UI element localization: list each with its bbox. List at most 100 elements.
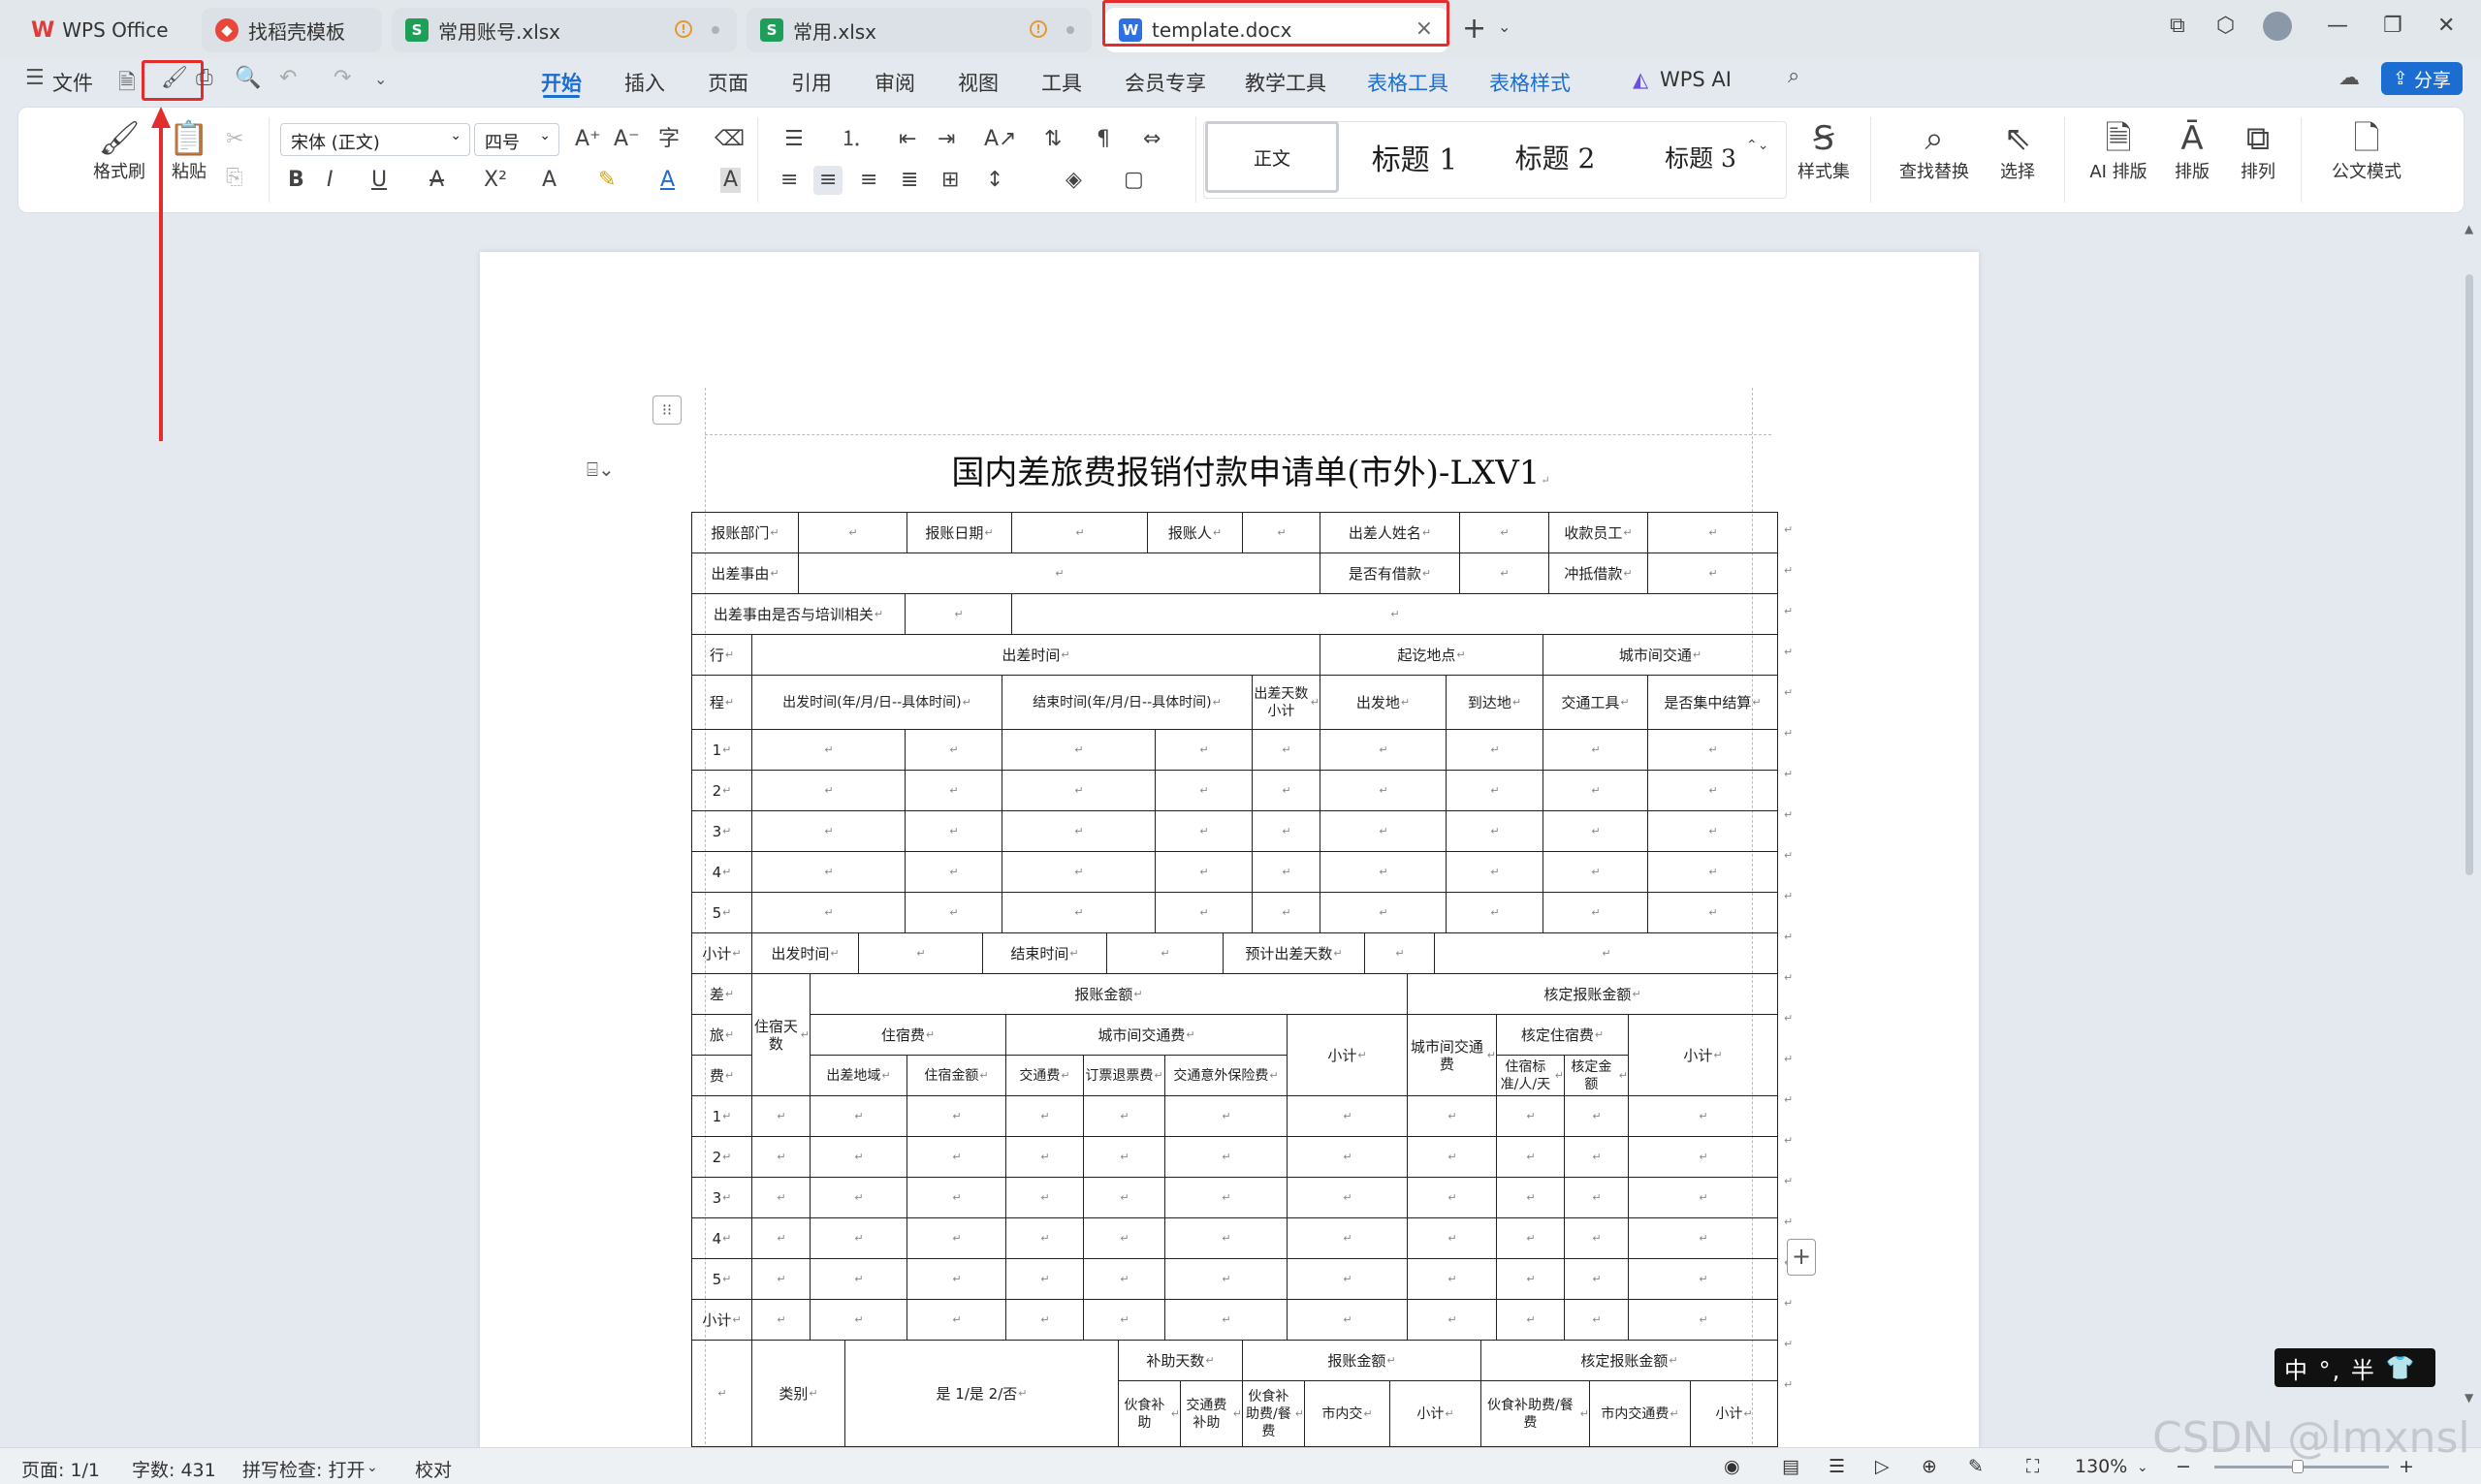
font-color-icon[interactable]: A: [660, 168, 675, 193]
table-cell[interactable]: 报账金额 ↵: [810, 973, 1408, 1015]
table-cell[interactable]: 出发时间 ↵: [751, 932, 859, 974]
table-cell[interactable]: ↵: [1628, 1299, 1778, 1341]
tab-insert[interactable]: 插入: [624, 68, 665, 97]
table-cell[interactable]: 小计 ↵: [1628, 1014, 1778, 1096]
char-shading-icon[interactable]: A: [720, 168, 742, 193]
table-cell[interactable]: ↵: [1320, 729, 1447, 771]
table-cell[interactable]: ↵: [1155, 892, 1253, 933]
table-cell[interactable]: ↵: [1543, 851, 1648, 893]
row-number[interactable]: 小计 ↵: [691, 1299, 752, 1341]
table-cell[interactable]: ↵: [1647, 892, 1778, 933]
table-cell[interactable]: ↵: [1496, 1299, 1565, 1341]
table-cell[interactable]: 交通费 ↵: [1005, 1055, 1084, 1096]
row-number[interactable]: 2 ↵: [691, 1136, 752, 1178]
increase-font-icon[interactable]: A⁺: [575, 127, 601, 152]
table-cell[interactable]: ↵: [1459, 553, 1549, 594]
table-cell[interactable]: ↵: [1155, 770, 1253, 811]
table-cell[interactable]: 是否有借款 ↵: [1320, 553, 1460, 594]
table-cell[interactable]: ↵: [1446, 810, 1543, 852]
table-cell[interactable]: 小计 ↵: [691, 932, 752, 974]
table-cell[interactable]: 伙食补助费/餐费 ↵: [1242, 1380, 1305, 1447]
table-cell[interactable]: 订票退票费 ↵: [1083, 1055, 1165, 1096]
shading-icon[interactable]: ◈: [1066, 168, 1082, 193]
table-cell[interactable]: ↵: [751, 1095, 811, 1137]
table-cell[interactable]: ↵: [1407, 1136, 1497, 1178]
cloud-sync-icon[interactable]: ☁: [2338, 66, 2360, 90]
table-cell[interactable]: ↵: [751, 1258, 811, 1300]
official-mode-button[interactable]: 🗋 公文模式: [2320, 119, 2413, 183]
copy-icon[interactable]: ⎘: [226, 166, 243, 191]
tab-tools[interactable]: 工具: [1041, 68, 1082, 97]
table-cell[interactable]: ↵: [907, 1095, 1006, 1137]
decrease-indent-icon[interactable]: ⇤: [899, 127, 916, 152]
bold-icon[interactable]: B: [288, 168, 304, 193]
search-icon[interactable]: ⌕: [1788, 64, 1799, 88]
tab-review[interactable]: 审阅: [875, 68, 915, 97]
outline-view-icon[interactable]: ☰: [1829, 1456, 1845, 1477]
play-icon[interactable]: ▷: [1875, 1456, 1890, 1477]
table-cell[interactable]: ↵: [1164, 1258, 1288, 1300]
row-number[interactable]: 1 ↵: [691, 1095, 752, 1137]
table-cell[interactable]: 小计 ↵: [1389, 1380, 1481, 1447]
add-column-icon[interactable]: +: [1787, 1239, 1816, 1276]
table-cell[interactable]: ↵: [1320, 892, 1447, 933]
close-window-icon[interactable]: ✕: [2437, 14, 2455, 38]
table-cell[interactable]: ↵: [1005, 1095, 1084, 1137]
numbered-list-icon[interactable]: ⒈: [841, 127, 862, 152]
table-cell[interactable]: ↵: [1543, 892, 1648, 933]
table-cell[interactable]: ↵: [1364, 932, 1435, 974]
table-cell[interactable]: ↵: [1628, 1217, 1778, 1259]
table-cell[interactable]: 市内交 ↵: [1304, 1380, 1390, 1447]
table-cell[interactable]: 出差地域 ↵: [810, 1055, 907, 1096]
table-cell[interactable]: 起讫地点 ↵: [1320, 634, 1543, 676]
table-cell[interactable]: ↵: [751, 892, 906, 933]
font-size-select[interactable]: 四号 ⌄: [474, 123, 559, 156]
font-name-select[interactable]: 宋体 (正文) ⌄: [280, 123, 470, 156]
table-cell[interactable]: 住宿天数 ↵: [751, 973, 811, 1096]
pen-icon[interactable]: ✎: [1968, 1456, 1984, 1477]
table-cell[interactable]: ↵: [1011, 512, 1148, 553]
tab-table-style[interactable]: 表格样式: [1489, 68, 1571, 97]
spell-check-status[interactable]: 拼写检查: 打开: [242, 1456, 365, 1482]
tab-references[interactable]: 引用: [791, 68, 832, 97]
table-cell[interactable]: 城市间交通费 ↵: [1005, 1014, 1288, 1056]
table-cell[interactable]: 住宿费 ↵: [810, 1014, 1006, 1056]
table-cell[interactable]: ↵: [810, 1136, 907, 1178]
table-cell[interactable]: ↵: [1496, 1258, 1565, 1300]
arrange-button[interactable]: ⧉ 排列: [2227, 119, 2289, 183]
format-painter-button[interactable]: 🖌 格式刷: [90, 119, 148, 183]
chevron-down-icon[interactable]: ⌄: [366, 1460, 378, 1475]
table-cell[interactable]: 报账人 ↵: [1147, 512, 1243, 553]
table-cell[interactable]: ↵: [1002, 892, 1156, 933]
tab-member[interactable]: 会员专享: [1125, 68, 1206, 97]
chevron-down-icon[interactable]: ⌄: [2137, 1460, 2148, 1475]
table-cell[interactable]: ↵: [1407, 1299, 1497, 1341]
table-cell[interactable]: ↵: [1496, 1177, 1565, 1218]
table-cell[interactable]: 收款员工 ↵: [1548, 512, 1648, 553]
web-view-icon[interactable]: ⊕: [1922, 1456, 1937, 1477]
character-spacing-icon[interactable]: ⇔: [1143, 127, 1161, 152]
table-cell[interactable]: 行 ↵: [691, 634, 752, 676]
table-cell[interactable]: ↵: [907, 1299, 1006, 1341]
table-cell[interactable]: ↵: [1155, 851, 1253, 893]
proofread-button[interactable]: 校对: [415, 1456, 452, 1482]
table-cell[interactable]: ↵: [1628, 1095, 1778, 1137]
table-cell[interactable]: 程 ↵: [691, 675, 752, 730]
table-cell[interactable]: 小计 ↵: [1287, 1014, 1408, 1096]
table-cell[interactable]: ↵: [1628, 1258, 1778, 1300]
table-cell[interactable]: 费 ↵: [691, 1055, 752, 1096]
table-cell[interactable]: ↵: [1164, 1177, 1288, 1218]
superscript-icon[interactable]: X²: [484, 168, 507, 193]
table-cell[interactable]: 出发地 ↵: [1320, 675, 1447, 730]
tab-wps-office[interactable]: W WPS Office: [17, 8, 182, 52]
table-cell[interactable]: ↵: [1005, 1217, 1084, 1259]
table-cell[interactable]: ↵: [751, 810, 906, 852]
table-cell[interactable]: 住宿标准/人/天 ↵: [1496, 1055, 1565, 1096]
table-cell[interactable]: ↵: [1155, 810, 1253, 852]
table-cell[interactable]: 市内交通费 ↵: [1589, 1380, 1691, 1447]
table-cell[interactable]: ↵: [905, 729, 1002, 771]
underline-icon[interactable]: U: [371, 168, 387, 193]
table-cell[interactable]: ↵: [1002, 729, 1156, 771]
table-cell[interactable]: 报账部门 ↵: [691, 512, 799, 553]
table-cell[interactable]: ↵: [1252, 892, 1320, 933]
